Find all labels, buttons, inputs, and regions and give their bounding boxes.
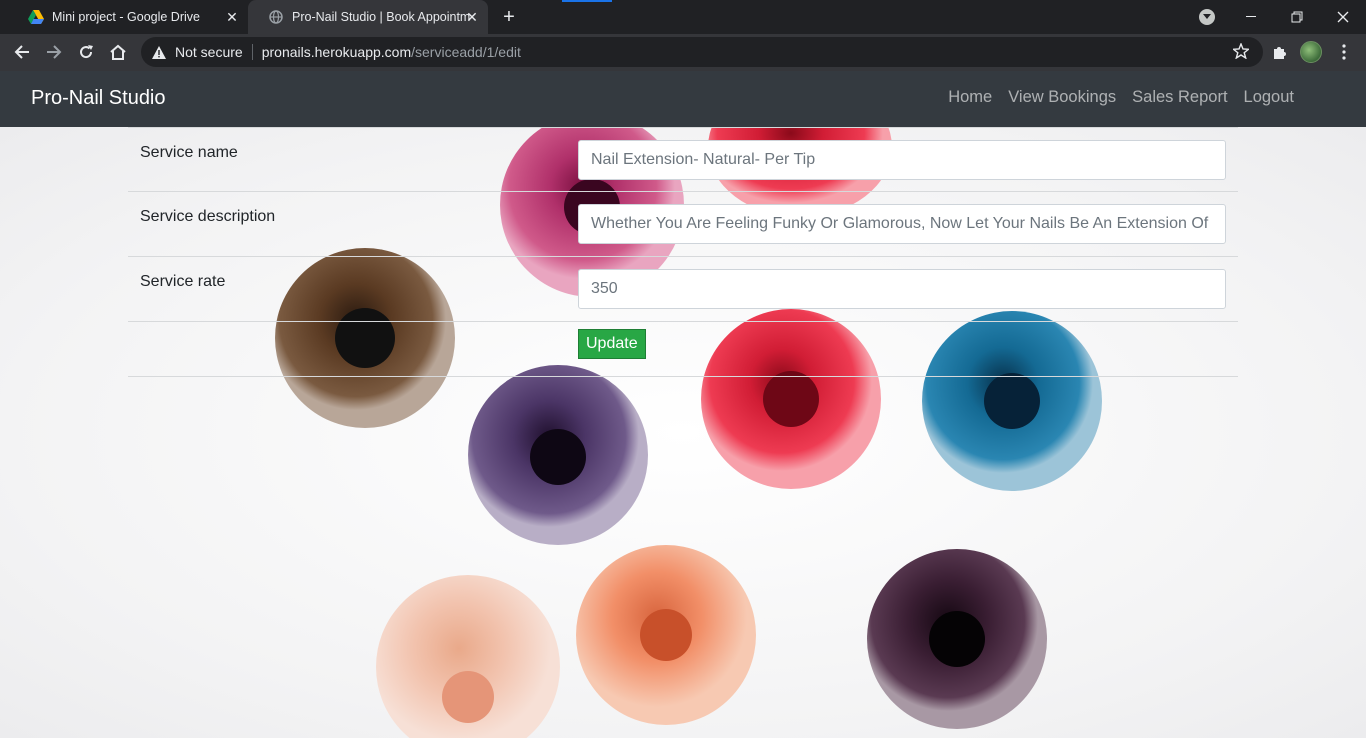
browser-toolbar: Not secure pronails.herokuapp.com/servic… [0,34,1366,71]
tab-search-icon[interactable] [1199,9,1215,25]
nav-sales-report[interactable]: Sales Report [1132,88,1227,107]
polish-bottle-purple [468,365,648,545]
form-row-service-name: Service name Nail Extension- Natural- Pe… [128,127,1238,192]
close-window-icon[interactable] [1320,0,1366,34]
polish-bottle-peach [376,575,560,738]
nav-home[interactable]: Home [948,88,992,107]
polish-bottle-coral [576,545,756,725]
tab-title: Pro-Nail Studio | Book Appointm [292,10,471,24]
extensions-icon[interactable] [1266,38,1294,66]
restore-icon[interactable] [1274,0,1320,34]
site-navbar: Pro-Nail Studio Home View Bookings Sales… [0,71,1366,127]
menu-dots-icon[interactable] [1330,38,1358,66]
forward-icon[interactable] [40,38,68,66]
browser-tab-strip: Mini project - Google Drive ✕ Pro-Nail S… [0,0,1366,34]
bookmark-star-icon[interactable] [1231,42,1251,62]
service-description-label: Service description [140,208,276,225]
google-drive-icon [28,9,44,25]
nav-logout[interactable]: Logout [1244,88,1294,107]
tab-title: Mini project - Google Drive [52,10,200,24]
close-icon[interactable]: ✕ [464,9,480,25]
url-path: /serviceadd/1/edit [411,44,521,60]
warning-icon[interactable] [151,44,167,60]
url-host: pronails.herokuapp.com [261,44,412,60]
service-name-label: Service name [140,144,238,161]
security-label[interactable]: Not secure [175,44,243,60]
address-bar[interactable]: Not secure pronails.herokuapp.com/servic… [141,37,1263,67]
tab-indicator [562,0,612,2]
back-icon[interactable] [8,38,36,66]
service-description-input[interactable]: Whether You Are Feeling Funky Or Glamoro… [578,204,1226,244]
polish-bottle-plum [867,549,1047,729]
home-icon[interactable] [104,38,132,66]
tab-google-drive[interactable]: Mini project - Google Drive ✕ [8,0,248,34]
service-name-input[interactable]: Nail Extension- Natural- Per Tip [578,140,1226,180]
edit-service-form: Service name Nail Extension- Natural- Pe… [128,127,1238,377]
nav-view-bookings[interactable]: View Bookings [1008,88,1116,107]
reload-icon[interactable] [72,38,100,66]
nav-links: Home View Bookings Sales Report Logout [948,88,1294,107]
form-row-service-description: Service description Whether You Are Feel… [128,192,1238,257]
update-button[interactable]: Update [578,329,646,359]
form-row-actions: Update [128,322,1238,377]
tab-pro-nail-studio[interactable]: Pro-Nail Studio | Book Appointm ✕ [248,0,488,34]
divider [251,44,253,60]
minimize-icon[interactable] [1228,0,1274,34]
profile-avatar[interactable] [1300,41,1322,63]
new-tab-icon[interactable]: + [498,6,520,28]
close-icon[interactable]: ✕ [224,9,240,25]
globe-icon [268,9,284,25]
brand-logo[interactable]: Pro-Nail Studio [31,87,166,110]
form-row-service-rate: Service rate 350 [128,257,1238,322]
service-rate-label: Service rate [140,273,226,290]
service-rate-input[interactable]: 350 [578,269,1226,309]
